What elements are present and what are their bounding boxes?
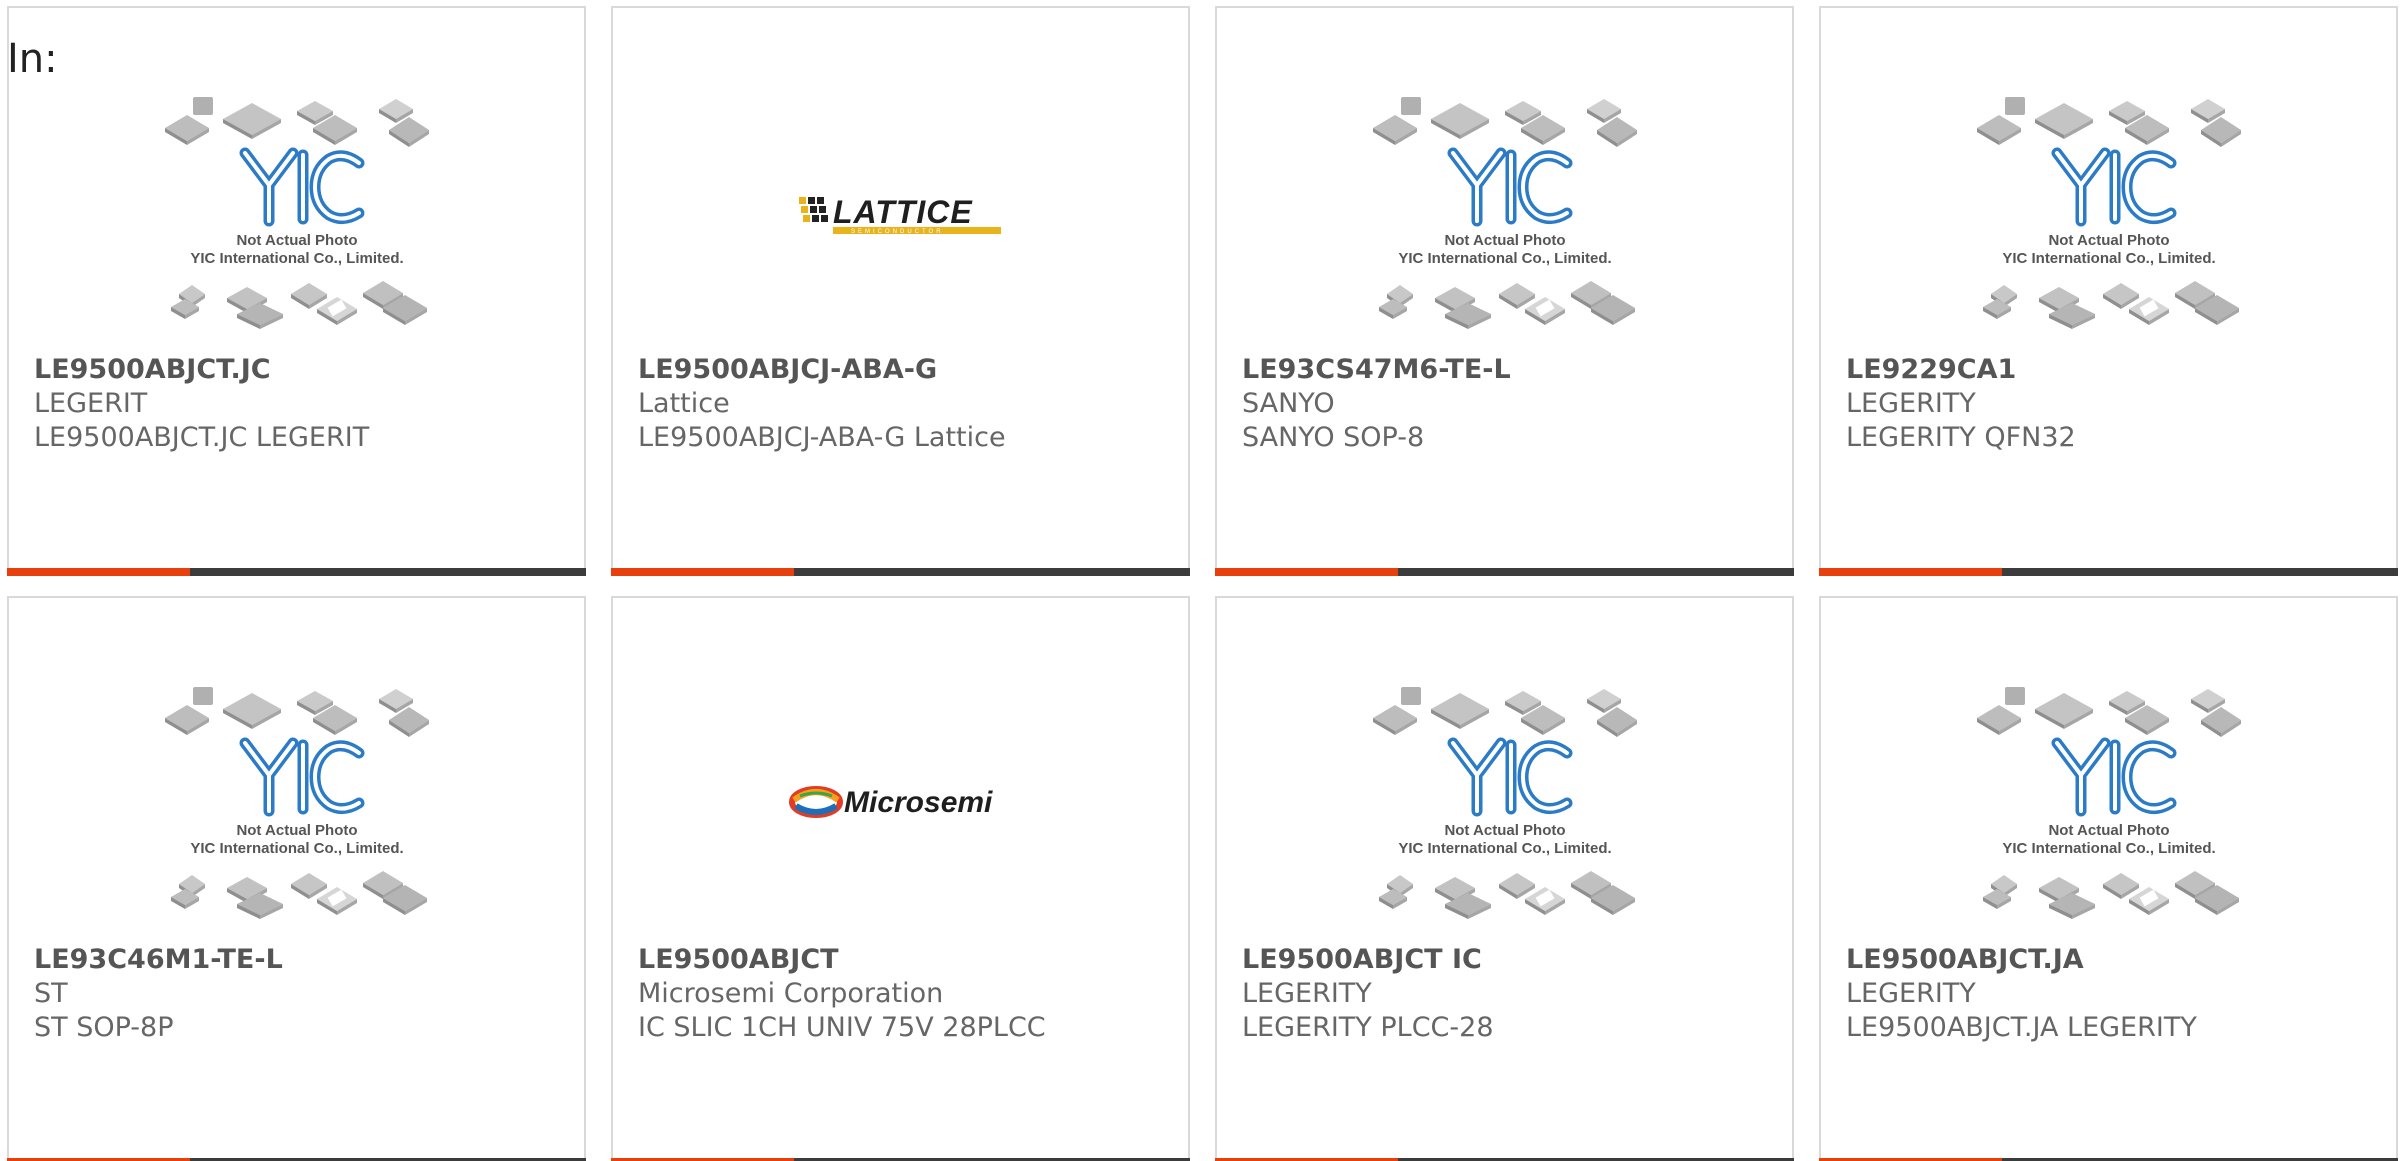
product-part-number[interactable]: LE9500ABJCJ-ABA-G [638,353,1178,387]
yic-logo [239,147,364,227]
not-actual-photo-caption: Not Actual Photo [236,822,357,839]
product-info: LE9500ABJCT IC LEGERITY LEGERITY PLCC-28 [1242,943,1782,1045]
product-description: LE9500ABJCT.JA LEGERITY [1846,1012,2197,1043]
card-accent-bar [1215,568,1398,576]
microsemi-logo-text: Microsemi [844,786,993,819]
product-description: LE9500ABJCJ-ABA-G Lattice [638,422,1006,453]
yic-logo [2051,147,2176,227]
product-card[interactable]: Microsemi LE9500ABJCT Microsemi Corporatio… [611,596,1190,1161]
in-label: In: [7,36,58,82]
not-actual-photo-image: Not Actual PhotoYIC International Co., L… [1976,687,2241,919]
not-actual-photo-caption: Not Actual Photo [2048,232,2169,249]
yic-company-caption: YIC International Co., Limited. [190,250,403,267]
not-actual-photo-caption: Not Actual Photo [236,232,357,249]
product-image[interactable]: Microsemi [613,683,1188,923]
product-info: LE9500ABJCJ-ABA-G Lattice LE9500ABJCJ-ABA-… [638,353,1178,455]
not-actual-photo-image: Not Actual PhotoYIC International Co., L… [164,97,429,329]
product-manufacturer: LEGERITY [1242,978,1372,1009]
product-description: LE9500ABJCT.JC LEGERIT [34,422,370,453]
yic-logo [1447,737,1572,817]
product-info: LE93C46M1-TE-L ST ST SOP-8P [34,943,574,1045]
product-image[interactable]: Not Actual Photo YIC International Co., L… [1821,93,2396,333]
card-accent-bar [1819,568,2002,576]
product-card[interactable]: LATTICE SEMICONDUCTOR LE9500ABJCJ-ABA-G Lat… [611,6,1190,576]
product-card[interactable]: Not Actual Photo YIC International Co., L… [1215,596,1794,1161]
yic-company-caption: YIC International Co., Limited. [1398,840,1611,857]
yic-company-caption: YIC International Co., Limited. [190,840,403,857]
not-actual-photo-caption: Not Actual Photo [1444,822,1565,839]
yic-logo [1447,147,1572,227]
product-image[interactable]: Not Actual Photo YIC International Co., L… [1217,93,1792,333]
card-bottom-bar [1215,568,1794,576]
not-actual-photo-image: Not Actual PhotoYIC International Co., L… [1372,687,1637,919]
not-actual-photo-image: Not Actual PhotoYIC International Co., L… [1372,97,1637,329]
product-info: LE9500ABJCT Microsemi Corporation IC SLIC … [638,943,1178,1045]
product-description: LEGERITY PLCC-28 [1242,1012,1494,1043]
product-description: ST SOP-8P [34,1012,174,1043]
yic-logo [239,737,364,817]
product-part-number[interactable]: LE9500ABJCT.JC [34,353,574,387]
product-manufacturer: LEGERIT [34,388,148,419]
product-card[interactable]: Not Actual Photo YIC International Co., L… [7,6,586,576]
product-manufacturer: LEGERITY [1846,388,1976,419]
page: In: Not Actual Photo YIC International Co… [0,0,2403,1161]
not-actual-photo-caption: Not Actual Photo [2048,822,2169,839]
product-info: LE93CS47M6-TE-L SANYO SANYO SOP-8 [1242,353,1782,455]
product-card[interactable]: Not Actual Photo YIC International Co., L… [1215,6,1794,576]
product-part-number[interactable]: LE9229CA1 [1846,353,2386,387]
lattice-logo: LATTICESEMICONDUCTOR [798,194,1001,235]
product-part-number[interactable]: LE9500ABJCT IC [1242,943,1782,977]
product-image[interactable]: Not Actual Photo YIC International Co., L… [1821,683,2396,923]
product-info: LE9229CA1 LEGERITY LEGERITY QFN32 [1846,353,2386,455]
product-image[interactable]: Not Actual Photo YIC International Co., L… [9,93,584,333]
product-part-number[interactable]: LE93C46M1-TE-L [34,943,574,977]
product-info: LE9500ABJCT.JC LEGERIT LE9500ABJCT.JC LEGE… [34,353,574,455]
product-description: LEGERITY QFN32 [1846,422,2076,453]
card-accent-bar [611,568,794,576]
not-actual-photo-caption: Not Actual Photo [1444,232,1565,249]
product-manufacturer: Microsemi Corporation [638,978,944,1009]
card-accent-bar [7,568,190,576]
product-description: IC SLIC 1CH UNIV 75V 28PLCC [638,1012,1046,1043]
card-bottom-bar [7,568,586,576]
product-manufacturer: LEGERITY [1846,978,1976,1009]
card-bottom-bar [1819,568,2398,576]
product-part-number[interactable]: LE9500ABJCT.JA [1846,943,2386,977]
product-card[interactable]: Not Actual Photo YIC International Co., L… [1819,6,2398,576]
product-part-number[interactable]: LE93CS47M6-TE-L [1242,353,1782,387]
product-image[interactable]: LATTICE SEMICONDUCTOR [613,93,1188,333]
product-manufacturer: SANYO [1242,388,1335,419]
product-image[interactable]: Not Actual Photo YIC International Co., L… [1217,683,1792,923]
microsemi-logo: Microsemi [788,786,993,819]
product-image[interactable]: Not Actual Photo YIC International Co., L… [9,683,584,923]
not-actual-photo-image: Not Actual PhotoYIC International Co., L… [1976,97,2241,329]
not-actual-photo-image: Not Actual PhotoYIC International Co., L… [164,687,429,919]
product-card[interactable]: Not Actual Photo YIC International Co., L… [7,596,586,1161]
yic-company-caption: YIC International Co., Limited. [2002,250,2215,267]
card-bottom-bar [611,568,1190,576]
lattice-logo-text: LATTICE [833,194,973,230]
product-info: LE9500ABJCT.JA LEGERITY LE9500ABJCT.JA LEG… [1846,943,2386,1045]
product-card[interactable]: Not Actual Photo YIC International Co., L… [1819,596,2398,1161]
yic-company-caption: YIC International Co., Limited. [2002,840,2215,857]
product-manufacturer: ST [34,978,68,1009]
lattice-logo-subtext: SEMICONDUCTOR [851,229,944,235]
yic-logo [2051,737,2176,817]
product-description: SANYO SOP-8 [1242,422,1425,453]
yic-company-caption: YIC International Co., Limited. [1398,250,1611,267]
product-part-number[interactable]: LE9500ABJCT [638,943,1178,977]
product-manufacturer: Lattice [638,388,730,419]
